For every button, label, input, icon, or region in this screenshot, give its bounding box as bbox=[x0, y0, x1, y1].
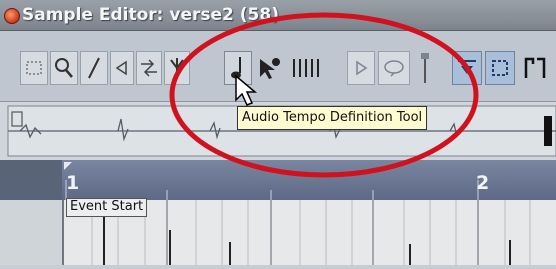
bracket-icon[interactable] bbox=[520, 51, 550, 85]
app-icon bbox=[4, 8, 20, 24]
draw-tool-icon[interactable] bbox=[80, 51, 108, 85]
event-start-marker[interactable]: Event Start bbox=[66, 198, 148, 217]
highlight-oval bbox=[169, 12, 479, 178]
scrub-tool-icon[interactable] bbox=[136, 51, 162, 85]
range-selection-tool-icon[interactable] bbox=[20, 51, 48, 85]
track-header-column bbox=[0, 200, 64, 265]
ruler-bar-1: 1 bbox=[66, 172, 80, 194]
play-tool-icon[interactable] bbox=[110, 51, 134, 85]
zoom-tool-icon[interactable] bbox=[50, 51, 78, 85]
autoscroll-icon[interactable] bbox=[485, 51, 515, 85]
